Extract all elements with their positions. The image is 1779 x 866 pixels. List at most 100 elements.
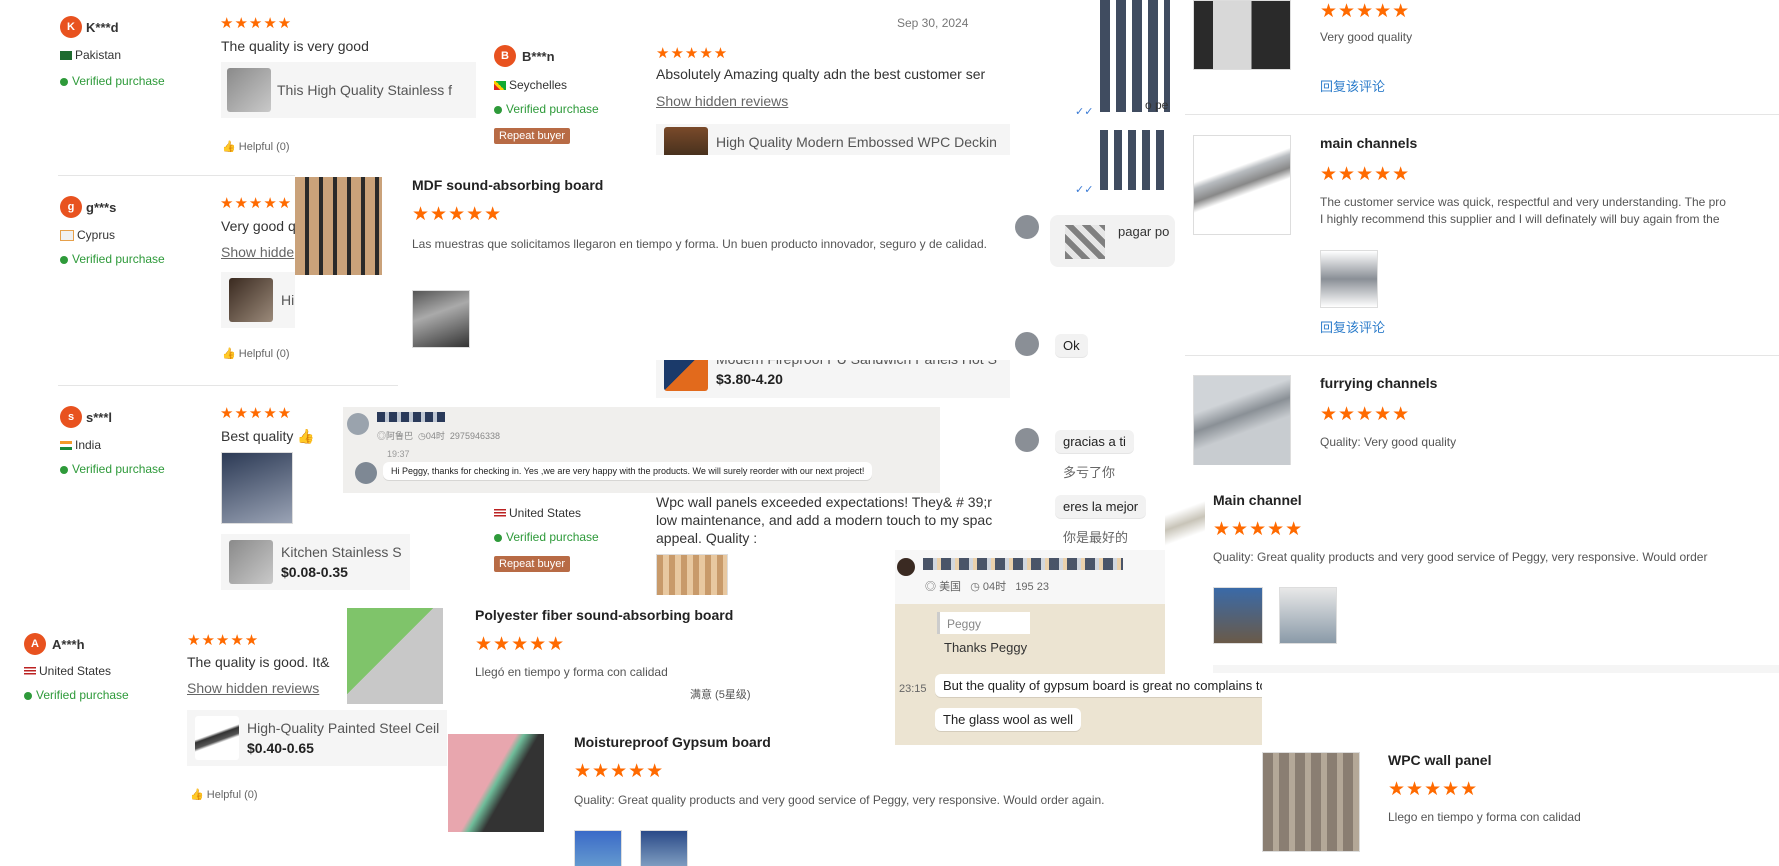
- seychelles-flag-icon: [494, 81, 506, 91]
- rating-stars: ★★★★★: [220, 405, 293, 422]
- reply-review-link[interactable]: 回复该评论: [1320, 76, 1385, 95]
- rating-stars: ★★★★★: [1388, 779, 1479, 800]
- rating-stars: ★★★★★: [220, 195, 293, 212]
- rating-footer: 满意 (5星级): [690, 689, 751, 701]
- review-text-line: Wpc wall panels exceeded expectations! T…: [656, 494, 992, 510]
- review-text-line: appeal. Quality :: [656, 530, 758, 546]
- review-photo[interactable]: [412, 290, 470, 348]
- product-thumbnail: [229, 278, 273, 322]
- product-image: [1193, 0, 1291, 70]
- reviewer-name: s***l: [86, 410, 113, 425]
- right-review-1: ★★★★★ Very good quality 回复该评论: [1185, 0, 1779, 110]
- chat-message: gracias a ti: [1055, 430, 1134, 453]
- review-text: The quality is good. It&: [187, 654, 330, 670]
- chat-screenshot-1: ◎阿鲁巴 ◷04时 2975946338 19:37 Hi Peggy, tha…: [343, 407, 940, 493]
- rating-stars: ★★★★★: [656, 45, 729, 62]
- verified-purchase: Verified purchase: [60, 462, 165, 476]
- product-link[interactable]: High-Quality Painted Steel Ceil $0.40-0.…: [187, 710, 447, 766]
- product-title: WPC wall panel: [1388, 752, 1492, 768]
- right-review-5: WPC wall panel ★★★★★ Llego en tiempo y f…: [1262, 730, 1637, 866]
- review-text: Quality: Very good quality: [1320, 435, 1457, 449]
- divider: [1213, 665, 1779, 673]
- product-title: MDF sound-absorbing board: [412, 177, 604, 193]
- product-title: Kitchen Stainless S: [281, 544, 402, 560]
- review-text: Absolutely Amazing qualty adn the best c…: [656, 66, 986, 82]
- verified-purchase: Verified purchase: [494, 530, 599, 544]
- helpful-button[interactable]: 👍 Helpful (0): [222, 140, 290, 153]
- product-link[interactable]: This High Quality Stainless f: [221, 62, 476, 118]
- pakistan-flag-icon: [60, 51, 72, 61]
- review-text-line: low maintenance, and add a modern touch …: [656, 512, 993, 528]
- reviewer-name: A***h: [52, 637, 85, 652]
- product-thumbnail: [229, 540, 273, 584]
- rating-stars: ★★★★★: [220, 15, 293, 32]
- product-title: main channels: [1320, 135, 1418, 151]
- review-text: Quality: Great quality products and very…: [1213, 550, 1708, 564]
- reviewer-country: Pakistan: [60, 48, 121, 62]
- review-text: Las muestras que solicitamos llegaron en…: [412, 237, 987, 251]
- review-text-line: I highly recommend this supplier and I w…: [1320, 212, 1720, 226]
- check-icon: [24, 691, 32, 700]
- censored-block: [1100, 130, 1170, 190]
- helpful-button[interactable]: 👍 Helpful (0): [222, 347, 290, 360]
- review-card-k: K K***d Pakistan Verified purchase ★★★★★…: [50, 10, 480, 160]
- check-icon: [494, 105, 502, 114]
- rating-stars: ★★★★★: [574, 761, 665, 782]
- show-hidden-reviews-link[interactable]: Show hidde: [221, 244, 294, 260]
- divider: [1185, 114, 1779, 115]
- chat-message: But the quality of gypsum board is great…: [935, 674, 1262, 697]
- product-title: Main channel: [1213, 492, 1302, 508]
- show-hidden-reviews-link[interactable]: Show hidden reviews: [187, 680, 319, 696]
- repeat-buyer-badge: Repeat buyer: [494, 556, 571, 572]
- product-image: [295, 177, 382, 275]
- reviewer-name: g***s: [86, 200, 117, 215]
- review-text-line: The customer service was quick, respectf…: [1320, 195, 1726, 209]
- review-photo[interactable]: [1213, 587, 1263, 644]
- reviewer-country: India: [60, 438, 101, 452]
- avatar: [355, 462, 377, 484]
- review-text: Llego en tiempo y forma con calidad: [1388, 810, 1581, 824]
- rating-stars: ★★★★★: [1213, 519, 1304, 540]
- reviewer-country: United States: [24, 664, 111, 678]
- chat-meta: ◎ 美国 ◷ 04时 195 23: [925, 581, 1049, 593]
- chat-message: Ok: [1055, 334, 1088, 357]
- product-image: [347, 608, 443, 704]
- product-title: Polyester fiber sound-absorbing board: [475, 607, 734, 623]
- avatar: [1015, 332, 1039, 356]
- rating-stars: ★★★★★: [1320, 164, 1411, 185]
- product-link[interactable]: Kitchen Stainless S $0.08-0.35: [221, 534, 410, 590]
- mdf-review-card: MDF sound-absorbing board ★★★★★ Las mues…: [295, 155, 1013, 360]
- review-photo[interactable]: [221, 452, 293, 524]
- review-date: Sep 30, 2024: [897, 16, 969, 30]
- check-icon: [60, 77, 68, 86]
- review-photo[interactable]: [656, 554, 728, 595]
- verified-purchase: Verified purchase: [494, 102, 599, 116]
- review-text: Best quality 👍: [221, 428, 315, 444]
- cyprus-flag-icon: [60, 230, 74, 242]
- review-photo[interactable]: [574, 830, 622, 866]
- check-icon: [60, 465, 68, 474]
- avatar: [1015, 428, 1039, 452]
- quoted-sender: Peggy: [947, 617, 982, 631]
- review-photo[interactable]: [640, 830, 688, 866]
- verified-purchase: Verified purchase: [60, 74, 165, 88]
- chat-time: 23:15: [899, 683, 927, 695]
- review-card-b: Sep 30, 2024 B B***n Seychelles Verified…: [490, 10, 1015, 160]
- review-photo[interactable]: [1320, 250, 1378, 308]
- product-title: Moistureproof Gypsum board: [574, 734, 771, 750]
- divider: [58, 385, 398, 386]
- reviewer-name: K***d: [86, 20, 119, 35]
- show-hidden-reviews-link[interactable]: Show hidden reviews: [656, 93, 788, 109]
- product-image: [448, 734, 544, 832]
- product-image: [1193, 135, 1291, 235]
- helpful-button[interactable]: 👍 Helpful (0): [190, 788, 258, 801]
- reply-review-link[interactable]: 回复该评论: [1320, 317, 1385, 336]
- censored-block: [1065, 225, 1105, 259]
- divider: [1185, 355, 1779, 356]
- chat-fragment: o pe: [1145, 98, 1169, 112]
- product-title: furrying channels: [1320, 375, 1438, 391]
- product-image: [1262, 752, 1360, 852]
- review-text: Llegó en tiempo y forma con calidad: [475, 665, 668, 679]
- review-photo[interactable]: [1279, 587, 1337, 644]
- chat-column: o pe ✓✓ ✓✓ pagar po Ok gracias a ti 多亏了你…: [1010, 0, 1175, 555]
